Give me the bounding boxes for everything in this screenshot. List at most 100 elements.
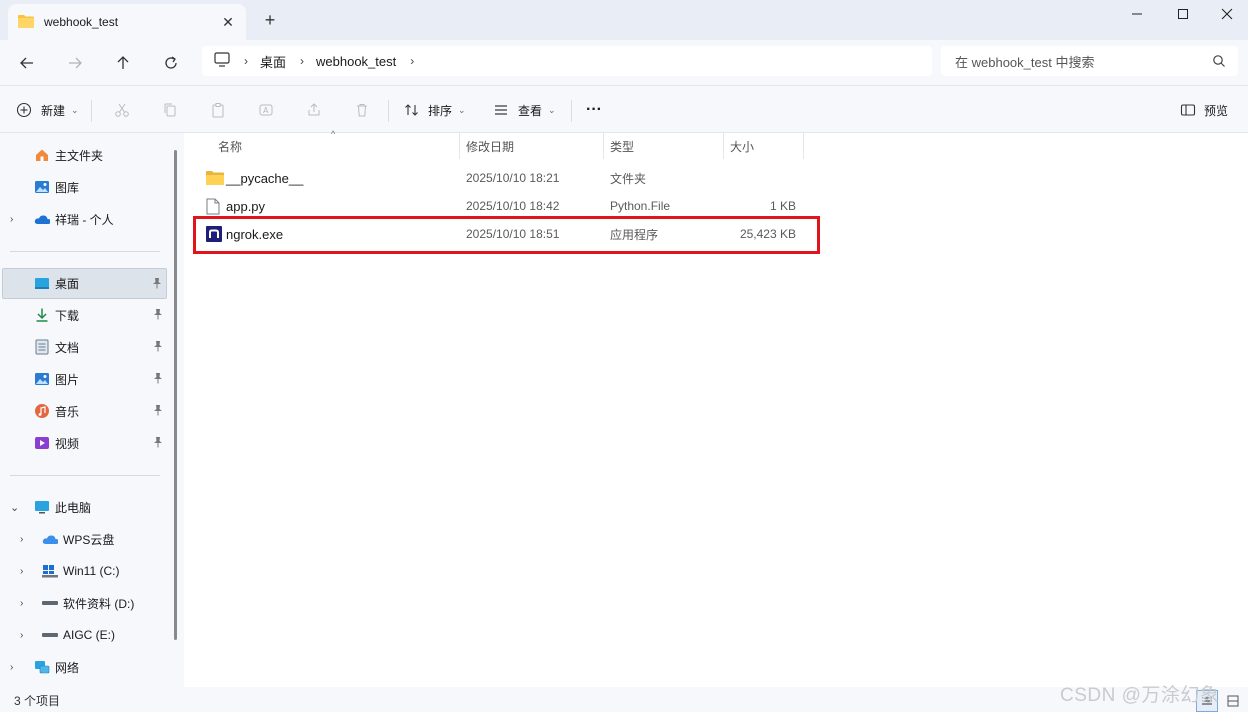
- column-divider[interactable]: [723, 133, 724, 159]
- sort-button[interactable]: 排序 ⌄: [404, 96, 466, 124]
- more-options-button[interactable]: ···: [586, 96, 602, 124]
- delete-button[interactable]: [348, 96, 376, 124]
- copy-button[interactable]: [156, 96, 184, 124]
- share-icon: [300, 96, 328, 124]
- chevron-right-icon[interactable]: ›: [10, 662, 13, 673]
- file-type: 文件夹: [610, 171, 647, 186]
- sidebar-label: 视频: [55, 436, 80, 451]
- new-tab-button[interactable]: +: [258, 8, 282, 32]
- tiles-view-button[interactable]: [1222, 690, 1244, 712]
- highlight-annotation-box: [193, 216, 820, 254]
- column-divider[interactable]: [603, 133, 604, 159]
- sidebar-item-gallery[interactable]: 图库: [2, 172, 167, 202]
- file-modified: 2025/10/10 18:21: [466, 171, 560, 185]
- close-window-button[interactable]: [1204, 0, 1248, 28]
- sidebar-label: 文档: [55, 340, 80, 355]
- back-button[interactable]: [13, 49, 41, 77]
- chevron-right-icon[interactable]: ›: [20, 630, 23, 641]
- sidebar-item-documents[interactable]: 文档: [2, 332, 167, 362]
- address-bar[interactable]: › 桌面 › webhook_test ›: [202, 46, 932, 76]
- folder-icon: [18, 14, 34, 31]
- sidebar-item-pictures[interactable]: 图片: [2, 364, 167, 394]
- cut-button[interactable]: [108, 96, 136, 124]
- sort-icon: [405, 104, 418, 116]
- sidebar-item-this-pc[interactable]: ⌄ 此电脑: [2, 492, 167, 522]
- column-header-size[interactable]: 大小: [730, 133, 754, 159]
- sidebar-item-home[interactable]: 主文件夹: [2, 140, 167, 170]
- sidebar-item-drive-d[interactable]: › 软件资料 (D:): [2, 588, 167, 618]
- breadcrumb-desktop[interactable]: 桌面: [260, 52, 286, 71]
- column-divider[interactable]: [803, 133, 804, 159]
- sidebar-label: 主文件夹: [55, 148, 104, 163]
- sidebar-item-onedrive[interactable]: › 祥瑞 - 个人: [2, 204, 167, 234]
- pin-icon[interactable]: [153, 436, 163, 451]
- sidebar-item-network[interactable]: › 网络: [2, 652, 167, 682]
- up-button[interactable]: [109, 49, 137, 77]
- navigation-pane: 主文件夹 图库 › 祥瑞 - 个人 桌面 下载 文档 图片 音乐 视频 ⌄ 此电…: [0, 133, 184, 687]
- column-header-type[interactable]: 类型: [610, 133, 634, 159]
- pin-icon[interactable]: [153, 308, 163, 323]
- refresh-icon: [165, 56, 177, 69]
- sidebar-item-desktop[interactable]: 桌面: [2, 268, 167, 299]
- cloud-icon: [42, 531, 58, 547]
- home-icon: [34, 147, 50, 163]
- rename-icon: A: [252, 96, 280, 124]
- sidebar-scrollbar[interactable]: [174, 150, 177, 640]
- file-size: [720, 164, 796, 192]
- chevron-down-icon[interactable]: ⌄: [10, 501, 19, 514]
- maximize-button[interactable]: [1160, 0, 1206, 28]
- refresh-button[interactable]: [157, 49, 185, 77]
- search-placeholder: 在 webhook_test 中搜索: [955, 54, 1095, 70]
- rename-button[interactable]: A: [252, 96, 280, 124]
- divider: [388, 100, 389, 122]
- folder-icon: [206, 170, 224, 186]
- arrow-right-icon: [69, 57, 82, 69]
- chevron-down-icon: ⌄: [71, 104, 79, 115]
- chevron-right-icon[interactable]: ›: [20, 598, 23, 609]
- desktop-icon: [34, 276, 50, 292]
- column-header-modified[interactable]: 修改日期: [466, 133, 514, 159]
- clipboard-icon: [204, 96, 232, 124]
- breadcrumb-webhook-test[interactable]: webhook_test: [316, 54, 396, 69]
- sidebar-label: 图片: [55, 372, 80, 387]
- sort-label: 排序: [428, 103, 453, 118]
- sidebar-item-wps-cloud[interactable]: › WPS云盘: [2, 524, 167, 554]
- item-count: 3 个项目: [14, 694, 61, 708]
- file-row-pycache[interactable]: __pycache__ 2025/10/10 18:21 文件夹: [200, 164, 820, 192]
- file-list-pane: ^ 名称 修改日期 类型 大小 __pycache__ 2025/10/10 1…: [184, 129, 1248, 687]
- chevron-right-icon[interactable]: ›: [20, 566, 23, 577]
- chevron-down-icon: ⌄: [458, 104, 466, 115]
- sidebar-label: 音乐: [55, 404, 80, 419]
- minimize-button[interactable]: [1114, 0, 1160, 28]
- column-header-name[interactable]: 名称: [218, 133, 242, 159]
- gallery-icon: [34, 179, 50, 195]
- pin-icon[interactable]: [153, 404, 163, 419]
- pin-icon[interactable]: [153, 372, 163, 387]
- windows-drive-icon: [42, 563, 58, 579]
- tab-close-icon[interactable]: ✕: [216, 10, 240, 34]
- search-input[interactable]: 在 webhook_test 中搜索: [941, 46, 1238, 76]
- preview-button[interactable]: 预览: [1180, 96, 1228, 124]
- paste-button[interactable]: [204, 96, 232, 124]
- divider: [91, 100, 92, 122]
- tab-webhook-test[interactable]: webhook_test ✕: [8, 4, 246, 40]
- preview-label: 预览: [1204, 103, 1229, 118]
- sidebar-item-videos[interactable]: 视频: [2, 428, 167, 458]
- sidebar-item-drive-c[interactable]: › Win11 (C:): [2, 556, 167, 586]
- column-divider[interactable]: [459, 133, 460, 159]
- sidebar-item-downloads[interactable]: 下载: [2, 300, 167, 330]
- pin-icon[interactable]: [153, 340, 163, 355]
- search-icon: [1212, 54, 1226, 71]
- forward-button[interactable]: [61, 49, 89, 77]
- copy-icon: [156, 96, 184, 124]
- pin-icon[interactable]: [152, 277, 162, 292]
- chevron-right-icon[interactable]: ›: [10, 214, 13, 225]
- view-button[interactable]: 查看 ⌄: [493, 96, 556, 124]
- share-button[interactable]: [300, 96, 328, 124]
- new-button[interactable]: 新建 ⌄: [16, 96, 79, 124]
- tab-title: webhook_test: [44, 15, 119, 29]
- chevron-right-icon[interactable]: ›: [20, 534, 23, 545]
- sidebar-item-drive-e[interactable]: › AIGC (E:): [2, 620, 167, 650]
- sidebar-item-music[interactable]: 音乐: [2, 396, 167, 426]
- trash-icon: [348, 96, 376, 124]
